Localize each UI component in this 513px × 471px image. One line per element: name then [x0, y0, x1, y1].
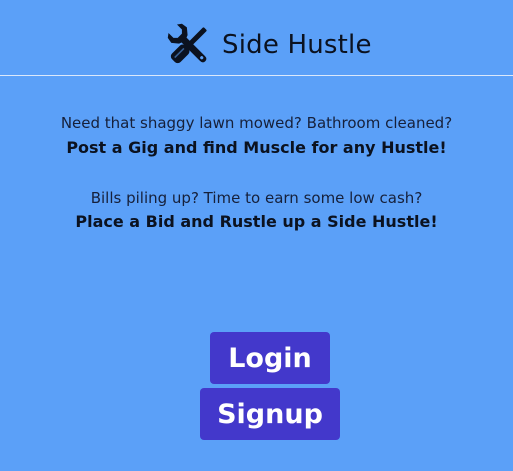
tagline-line-3: Bills piling up? Time to earn some low c… — [0, 188, 513, 207]
tagline-line-4: Place a Bid and Rustle up a Side Hustle! — [0, 212, 513, 231]
tagline-text: Need that shaggy lawn mowed? Bathroom cl… — [60, 114, 453, 132]
tagline-line-2: Post a Gig and find Muscle for any Hustl… — [0, 138, 513, 157]
login-button[interactable]: Login — [210, 332, 330, 384]
tagline-text: Bills piling up? Time to earn some low c… — [90, 189, 423, 207]
tagline-text: Post a Gig and find Muscle for any Hustl… — [66, 138, 447, 157]
brand[interactable]: Side Hustle — [164, 20, 372, 70]
tagline-line-1: Need that shaggy lawn mowed? Bathroom cl… — [0, 113, 513, 132]
app-header: Side Hustle — [0, 0, 513, 76]
wrench-screwdriver-icon — [164, 20, 214, 70]
tagline-text: Place a Bid and Rustle up a Side Hustle! — [75, 212, 438, 231]
app-title: Side Hustle — [222, 30, 372, 60]
signup-button[interactable]: Signup — [200, 388, 340, 440]
